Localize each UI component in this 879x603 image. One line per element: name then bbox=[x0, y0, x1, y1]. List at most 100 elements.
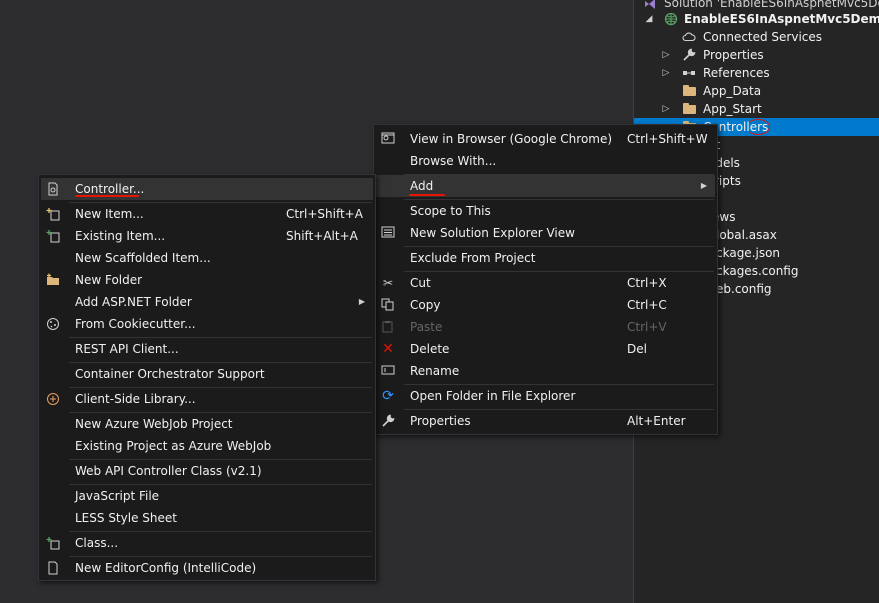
submenu-client-side-library[interactable]: Client-Side Library... bbox=[41, 388, 373, 410]
submenu-less-style-sheet[interactable]: LESS Style Sheet bbox=[41, 507, 373, 529]
submenu-new-azure-webjob[interactable]: New Azure WebJob Project bbox=[41, 413, 373, 435]
submenu-web-api-controller[interactable]: Web API Controller Class (v2.1) bbox=[41, 460, 373, 482]
submenu-new-item[interactable]: New Item... Ctrl+Shift+A bbox=[41, 203, 373, 225]
menu-label: Add ASP.NET Folder bbox=[75, 295, 192, 309]
menu-delete[interactable]: ✕ Delete Del bbox=[376, 338, 715, 360]
delete-x-icon: ✕ bbox=[382, 341, 394, 357]
submenu-from-cookiecutter[interactable]: From Cookiecutter... bbox=[41, 313, 373, 335]
submenu-class[interactable]: Class... bbox=[41, 532, 373, 554]
tree-item-label: App_Start bbox=[703, 102, 762, 116]
menu-copy[interactable]: Copy Ctrl+C bbox=[376, 294, 715, 316]
controller-file-icon bbox=[45, 182, 61, 196]
cloud-icon bbox=[682, 30, 696, 44]
menu-label: Client-Side Library... bbox=[75, 392, 196, 406]
tree-item-connected-services[interactable]: Connected Services bbox=[634, 28, 879, 46]
expand-arrow-icon[interactable]: ▷ bbox=[661, 100, 671, 118]
tree-item-label: lobal.asax bbox=[716, 228, 777, 242]
tree-project-row[interactable]: ◢ EnableES6InAspnetMvc5Demo bbox=[634, 10, 879, 28]
menu-label: New Scaffolded Item... bbox=[75, 251, 211, 265]
submenu-container-orchestrator[interactable]: Container Orchestrator Support bbox=[41, 363, 373, 385]
context-menu: View in Browser (Google Chrome) Ctrl+Shi… bbox=[373, 124, 718, 435]
submenu-javascript-file[interactable]: JavaScript File bbox=[41, 485, 373, 507]
menu-label: Paste bbox=[410, 320, 443, 334]
submenu-add-aspnet-folder[interactable]: Add ASP.NET Folder ▶ bbox=[41, 291, 373, 313]
menu-label: Rename bbox=[410, 364, 460, 378]
menu-view-in-browser[interactable]: View in Browser (Google Chrome) Ctrl+Shi… bbox=[376, 128, 715, 150]
tree-item-label: Properties bbox=[703, 48, 764, 62]
new-folder-icon bbox=[45, 273, 61, 287]
menu-label: Copy bbox=[410, 298, 441, 312]
class-icon bbox=[45, 536, 61, 550]
cookiecutter-icon bbox=[45, 317, 61, 331]
expand-arrow-icon[interactable]: ▷ bbox=[661, 64, 671, 82]
menu-new-solution-explorer-view[interactable]: New Solution Explorer View bbox=[376, 222, 715, 244]
menu-label: Existing Project as Azure WebJob bbox=[75, 439, 272, 453]
menu-scope-to-this[interactable]: Scope to This bbox=[376, 200, 715, 222]
web-project-icon bbox=[664, 12, 678, 26]
menu-properties[interactable]: Properties Alt+Enter bbox=[376, 410, 715, 432]
menu-label: New Folder bbox=[75, 273, 143, 287]
paste-icon bbox=[380, 320, 396, 334]
menu-cut[interactable]: ✂ Cut Ctrl+X bbox=[376, 272, 715, 294]
menu-label: New Item... bbox=[75, 207, 144, 221]
library-icon bbox=[45, 392, 61, 406]
copy-icon bbox=[380, 298, 396, 312]
menu-shortcut: Ctrl+Shift+W bbox=[627, 132, 708, 146]
submenu-rest-api-client[interactable]: REST API Client... bbox=[41, 338, 373, 360]
annotation-circle bbox=[746, 119, 770, 135]
menu-exclude-from-project[interactable]: Exclude From Project bbox=[376, 247, 715, 269]
menu-label: View in Browser (Google Chrome) bbox=[410, 132, 613, 146]
refresh-arrow-icon: ⟳ bbox=[382, 388, 394, 404]
tree-item-app-start[interactable]: ▷ App_Start bbox=[634, 100, 879, 118]
submenu-arrow-icon: ▶ bbox=[358, 297, 365, 306]
tree-item-app-data[interactable]: App_Data bbox=[634, 82, 879, 100]
menu-label: New EditorConfig (IntelliCode) bbox=[75, 561, 257, 575]
submenu-new-folder[interactable]: New Folder bbox=[41, 269, 373, 291]
menu-label: Properties bbox=[410, 414, 471, 428]
menu-label: Delete bbox=[410, 342, 450, 356]
menu-label: REST API Client... bbox=[75, 342, 179, 356]
menu-label: Class... bbox=[75, 536, 119, 550]
tree-item-label: ckage.json bbox=[716, 246, 781, 260]
menu-shortcut: Alt+Enter bbox=[627, 414, 686, 428]
tree-item-properties[interactable]: ▷ Properties bbox=[634, 46, 879, 64]
references-icon bbox=[682, 66, 696, 80]
rename-icon bbox=[380, 364, 396, 378]
menu-paste[interactable]: Paste Ctrl+V bbox=[376, 316, 715, 338]
wrench-icon bbox=[682, 48, 696, 62]
menu-label: Open Folder in File Explorer bbox=[410, 389, 576, 403]
submenu-new-editorconfig[interactable]: New EditorConfig (IntelliCode) bbox=[41, 557, 373, 579]
annotation-underline bbox=[75, 195, 139, 197]
menu-label: LESS Style Sheet bbox=[75, 511, 177, 525]
menu-label: New Azure WebJob Project bbox=[75, 417, 233, 431]
expand-arrow-icon[interactable]: ▷ bbox=[661, 46, 671, 64]
menu-shortcut: Ctrl+V bbox=[627, 320, 667, 334]
submenu-new-scaffolded-item[interactable]: New Scaffolded Item... bbox=[41, 247, 373, 269]
menu-rename[interactable]: Rename bbox=[376, 360, 715, 382]
menu-open-folder[interactable]: ⟳ Open Folder in File Explorer bbox=[376, 385, 715, 407]
menu-label: Scope to This bbox=[410, 204, 491, 218]
menu-label: From Cookiecutter... bbox=[75, 317, 196, 331]
explorer-view-icon bbox=[380, 226, 396, 240]
tree-item-references[interactable]: ▷ References bbox=[634, 64, 879, 82]
menu-label: Container Orchestrator Support bbox=[75, 367, 265, 381]
menu-shortcut: Ctrl+Shift+A bbox=[286, 207, 363, 221]
tree-item-label: ripts bbox=[714, 174, 741, 188]
menu-shortcut: Ctrl+C bbox=[627, 298, 667, 312]
tree-item-label: ckages.config bbox=[716, 264, 799, 278]
collapse-arrow-icon[interactable]: ◢ bbox=[644, 10, 654, 28]
menu-shortcut: Shift+Alt+A bbox=[286, 229, 358, 243]
menu-browse-with[interactable]: Browse With... bbox=[376, 150, 715, 172]
existing-item-icon bbox=[45, 229, 61, 243]
submenu-existing-item[interactable]: Existing Item... Shift+Alt+A bbox=[41, 225, 373, 247]
menu-shortcut: Del bbox=[627, 342, 647, 356]
new-item-icon bbox=[45, 207, 61, 221]
menu-label: Exclude From Project bbox=[410, 251, 536, 265]
tree-item-label: App_Data bbox=[703, 84, 762, 98]
tree-item-label: eb.config bbox=[716, 282, 772, 296]
submenu-existing-azure-webjob[interactable]: Existing Project as Azure WebJob bbox=[41, 435, 373, 457]
wrench-icon bbox=[380, 414, 396, 428]
menu-label: Web API Controller Class (v2.1) bbox=[75, 464, 262, 478]
menu-label: Existing Item... bbox=[75, 229, 166, 243]
menu-label: JavaScript File bbox=[75, 489, 160, 503]
